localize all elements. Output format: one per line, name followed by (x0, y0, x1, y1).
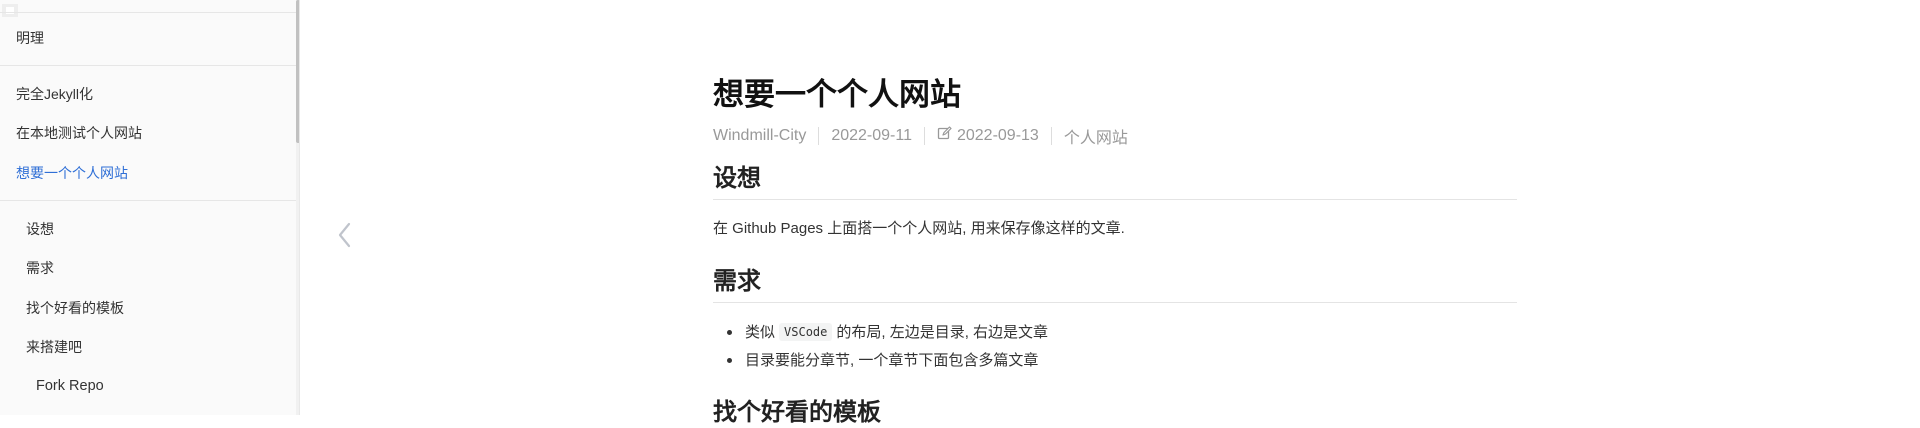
list-item: 目录要能分章节, 一个章节下面包含多篇文章 (745, 352, 1039, 369)
toc-item-fork-repo[interactable]: Fork Repo (36, 377, 104, 395)
sidebar-scrollbar-thumb[interactable] (296, 0, 299, 143)
list-bullet (727, 358, 732, 363)
section-heading-find-template: 找个好看的模板 (713, 399, 881, 426)
toc-item-build[interactable]: 来搭建吧 (26, 338, 82, 356)
meta-updated: 2022-09-13 (937, 126, 1051, 146)
edit-icon (937, 126, 952, 146)
sidebar-item-top[interactable]: 明理 (16, 29, 44, 47)
list-item-text: 类似 (745, 324, 776, 341)
article-meta: Windmill-City 2022-09-11 2022-09-13 个人网站 (713, 124, 1140, 148)
sidebar-item-local-test[interactable]: 在本地测试个人网站 (16, 124, 142, 142)
sidebar-divider (0, 65, 296, 66)
sidebar-item-current-article[interactable]: 想要一个个人网站 (16, 164, 128, 182)
list-item-text: 的布局, 左边是目录, 右边是文章 (836, 324, 1049, 341)
meta-author[interactable]: Windmill-City (713, 127, 818, 145)
chevron-left-icon[interactable] (334, 218, 356, 252)
meta-divider (818, 127, 820, 145)
page-title: 想要一个个人网站 (713, 77, 961, 112)
list-bullet (727, 330, 732, 335)
toc-item-find-template[interactable]: 找个好看的模板 (26, 299, 124, 317)
sidebar: 明理 完全Jekyll化 在本地测试个人网站 想要一个个人网站 设想 需求 找个… (0, 0, 300, 415)
sidebar-divider (0, 12, 296, 13)
section-paragraph-idea: 在 Github Pages 上面搭一个个人网站, 用来保存像这样的文章. (713, 220, 1125, 237)
sidebar-item-jekyll[interactable]: 完全Jekyll化 (16, 85, 93, 103)
section-divider (713, 199, 1517, 200)
meta-category[interactable]: 个人网站 (1064, 124, 1140, 148)
sidebar-divider (0, 200, 296, 201)
meta-divider (1050, 127, 1052, 145)
list-item: 类似 VSCode 的布局, 左边是目录, 右边是文章 (745, 323, 1048, 343)
chevron-left-icon-svg (338, 222, 351, 248)
section-divider (713, 302, 1517, 303)
section-heading-idea: 设想 (713, 165, 761, 192)
meta-created-date: 2022-09-11 (831, 127, 912, 144)
meta-divider (923, 127, 925, 145)
sidebar-scrollbar[interactable] (296, 0, 299, 415)
inline-code: VSCode (779, 323, 833, 341)
toc-item-requirements[interactable]: 需求 (26, 259, 54, 277)
meta-updated-date: 2022-09-13 (956, 127, 1039, 144)
toc-item-idea[interactable]: 设想 (26, 220, 54, 238)
sidebar-toggle-icon[interactable] (2, 4, 18, 17)
section-heading-requirements: 需求 (713, 268, 761, 295)
